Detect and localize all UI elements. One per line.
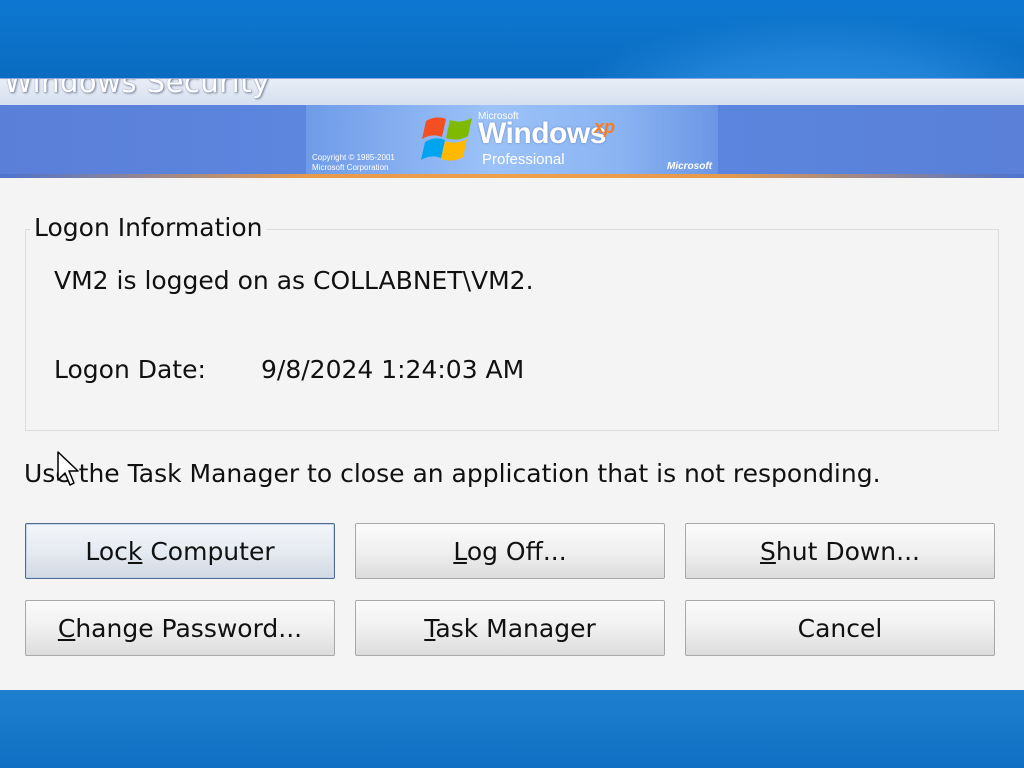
mouse-pointer-icon <box>57 451 79 486</box>
desktop-glow <box>560 12 1024 80</box>
edition-label: Professional <box>482 151 565 168</box>
lock-computer-button[interactable]: Lock Computer <box>25 523 335 579</box>
task-manager-button[interactable]: Task Manager <box>355 600 665 656</box>
logged-on-text: VM2 is logged on as COLLABNET\VM2. <box>54 266 534 295</box>
windows-security-dialog: Windows Security Microsoft Windows xp Pr… <box>0 78 1024 691</box>
microsoft-logo: Microsoft <box>667 161 712 172</box>
change-password-button[interactable]: Change Password... <box>25 600 335 656</box>
shut-down-button[interactable]: Shut Down... <box>685 523 995 579</box>
copyright-text: Copyright © 1985-2001 Microsoft Corporat… <box>312 153 395 172</box>
button-label-part: hange Password... <box>75 614 303 643</box>
button-label: Cancel <box>797 614 883 643</box>
group-title: Logon Information <box>30 213 267 242</box>
windows-xp-banner: Microsoft Windows xp Professional Copyri… <box>0 105 1024 178</box>
cancel-button[interactable]: Cancel <box>685 600 995 656</box>
log-off-button[interactable]: Log Off... <box>355 523 665 579</box>
windows-wordmark: Windows <box>478 117 606 150</box>
access-key: k <box>127 537 143 566</box>
button-label-part: ask Manager <box>435 614 596 643</box>
access-key: L <box>453 537 467 566</box>
logon-information-group: Logon Information VM2 is logged on as CO… <box>25 213 999 431</box>
button-label-part: Computer <box>142 537 275 566</box>
logo-panel: Microsoft Windows xp Professional Copyri… <box>306 105 718 174</box>
access-key: C <box>57 614 76 643</box>
button-label-part: Loc <box>85 537 128 566</box>
window-title: Windows Security <box>4 79 270 99</box>
title-bar[interactable]: Windows Security <box>0 79 1024 105</box>
access-key: T <box>424 614 436 643</box>
desktop-background-top <box>0 0 1024 80</box>
access-key: S <box>760 537 776 566</box>
button-label-part: hut Down... <box>775 537 920 566</box>
button-label-part: og Off... <box>466 537 567 566</box>
desktop-background-bottom <box>0 690 1024 768</box>
logon-date-value: 9/8/2024 1:24:03 AM <box>261 355 525 384</box>
xp-wordmark: xp <box>594 117 616 137</box>
windows-flag-icon <box>421 117 472 161</box>
banner-accent-strip <box>0 174 1024 178</box>
task-manager-hint: Use the Task Manager to close an applica… <box>24 459 881 488</box>
logon-date-label: Logon Date: <box>54 355 206 384</box>
